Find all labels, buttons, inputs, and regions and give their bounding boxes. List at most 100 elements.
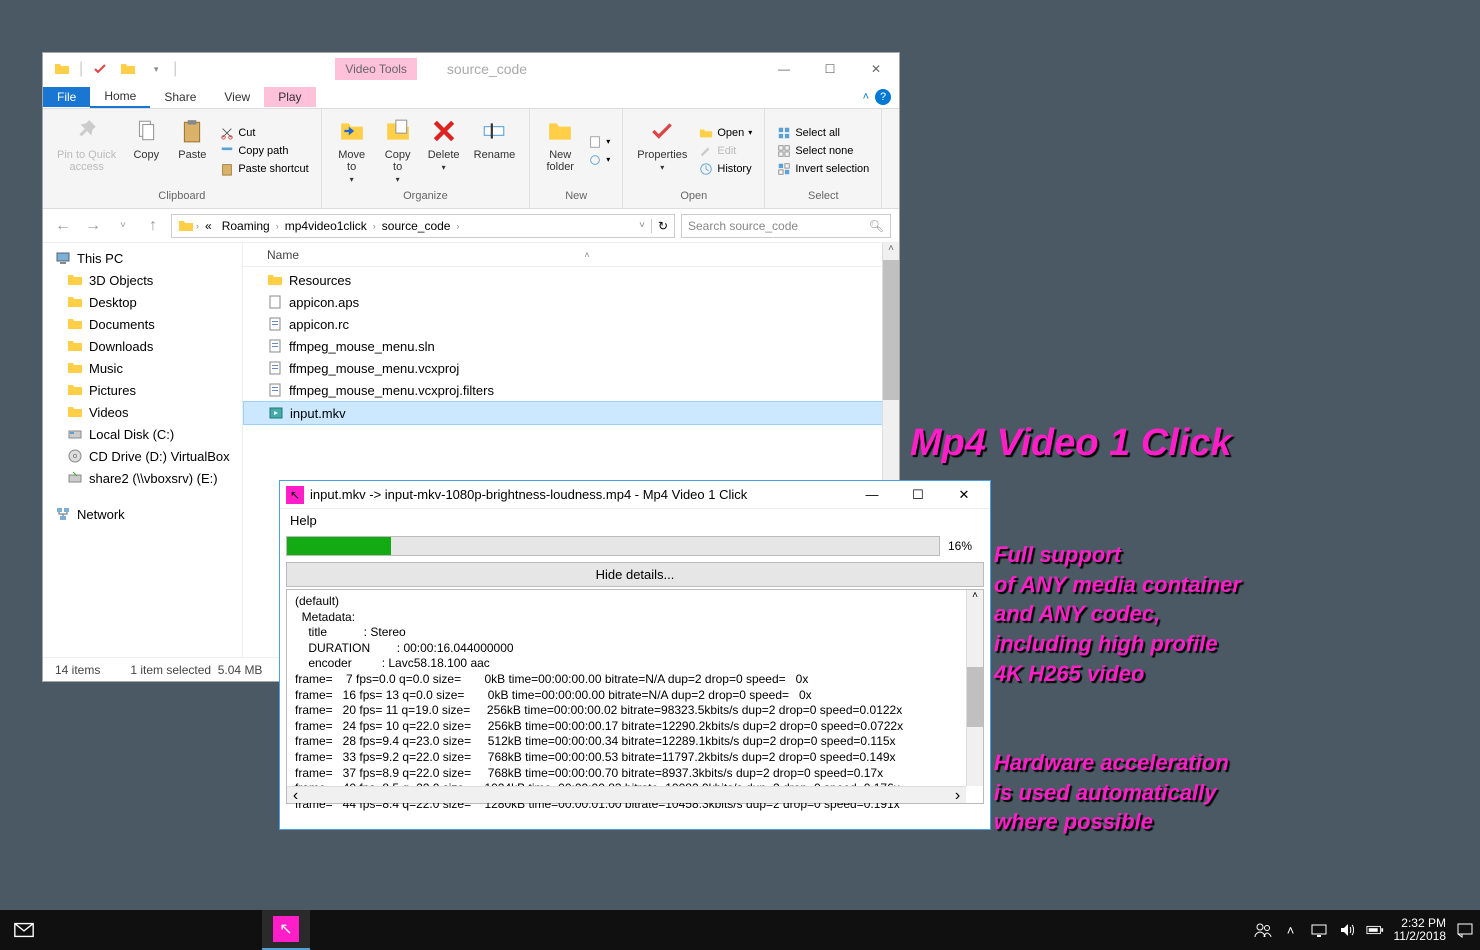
status-selected: 1 item selected 5.04 MB [130,663,262,677]
properties-qat-icon[interactable] [89,58,111,80]
rename-button[interactable]: Rename [468,113,522,188]
mp4-taskbar-button[interactable]: ↖ [262,910,310,950]
open-button[interactable]: Open▾ [695,125,756,141]
invert-selection-button[interactable]: Invert selection [773,161,873,177]
file-item[interactable]: appicon.rc [243,313,899,335]
properties-button[interactable]: Properties▾ [631,113,693,188]
copy-button[interactable]: Copy [124,113,168,188]
copy-to-button[interactable]: Copy to▾ [376,113,420,188]
bc-segment[interactable]: mp4video1click [281,219,371,233]
context-tab-label: Video Tools [335,58,417,80]
edit-button[interactable]: Edit [695,143,756,159]
close-button[interactable]: ✕ [853,53,899,85]
nav-item[interactable]: 3D Objects [43,269,242,291]
copy-icon [130,115,162,147]
progress-titlebar: ↖ input.mkv -> input-mkv-1080p-brightnes… [280,481,990,509]
folder-icon [51,58,73,80]
taskbar-clock[interactable]: 2:32 PM 11/2/2018 [1394,917,1447,943]
tray-chevron-icon[interactable]: ˄ [1282,921,1300,939]
nav-item[interactable]: Local Disk (C:) [43,423,242,445]
bc-segment[interactable]: Roaming [218,219,274,233]
history-button[interactable]: History [695,161,756,177]
delete-button[interactable]: Delete▾ [422,113,466,188]
file-item[interactable]: input.mkv [243,401,899,425]
log-scrollbar-v[interactable]: ˄ [966,590,983,786]
pin-button[interactable]: Pin to Quick access [51,113,122,188]
ribbon-group-new: New folder ▾ ▾ New [530,109,623,208]
select-none-button[interactable]: Select none [773,143,873,159]
hide-details-button[interactable]: Hide details... [286,562,984,587]
file-item[interactable]: appicon.aps [243,291,899,313]
battery-tray-icon[interactable] [1366,921,1384,939]
column-header-name[interactable]: Name˄ [243,243,899,267]
nav-item[interactable]: Music [43,357,242,379]
tab-file[interactable]: File [43,87,90,107]
file-item[interactable]: ffmpeg_mouse_menu.sln [243,335,899,357]
app-icon: ↖ [286,486,304,504]
close-button[interactable]: ✕ [944,483,984,507]
nav-item[interactable]: share2 (\\vboxsrv) (E:) [43,467,242,489]
tab-play[interactable]: Play [264,87,315,107]
progress-percent: 16% [948,539,984,553]
ribbon-tabs: File Home Share View Play ˄ ? [43,85,899,109]
paste-shortcut-button[interactable]: Paste shortcut [216,161,312,177]
nav-network[interactable]: Network [43,503,242,525]
file-item[interactable]: ffmpeg_mouse_menu.vcxproj.filters [243,379,899,401]
move-to-button[interactable]: Move to▾ [330,113,374,188]
people-icon[interactable] [1254,921,1272,939]
paste-icon [176,115,208,147]
nav-item[interactable]: Desktop [43,291,242,313]
help-menu[interactable]: Help [280,509,990,532]
new-item-button[interactable]: ▾ [584,134,614,150]
notifications-tray-icon[interactable] [1456,921,1474,939]
copy-path-button[interactable]: Copy path [216,143,312,159]
quick-access-toolbar: | ▾ | [43,58,185,80]
forward-button[interactable]: → [81,214,105,238]
nav-item[interactable]: Downloads [43,335,242,357]
ribbon-group-organize: Move to▾ Copy to▾ Delete▾ Rename Organiz… [322,109,531,208]
new-folder-button[interactable]: New folder [538,113,582,188]
log-scrollbar-h[interactable]: ‹› [287,786,966,803]
properties-icon [646,115,678,147]
back-button[interactable]: ← [51,214,75,238]
maximize-button[interactable]: ☐ [807,53,853,85]
bc-segment[interactable]: source_code [378,219,455,233]
nav-item[interactable]: Videos [43,401,242,423]
progress-title: input.mkv -> input-mkv-1080p-brightness-… [310,487,846,502]
search-input[interactable]: Search source_code 🔍︎ [681,214,891,238]
move-to-icon [336,115,368,147]
tab-home[interactable]: Home [90,86,150,108]
refresh-button[interactable]: ↻ [651,219,668,233]
minimize-button[interactable]: — [761,53,807,85]
nav-item[interactable]: Pictures [43,379,242,401]
bc-segment[interactable]: « [201,219,216,233]
recent-locations-button[interactable]: ˅ [111,214,135,238]
mail-taskbar-button[interactable] [0,910,48,950]
status-item-count: 14 items [55,663,100,677]
tab-share[interactable]: Share [150,87,210,107]
up-button[interactable]: ↑ [141,214,165,238]
ribbon: Pin to Quick access Copy Paste Cut Copy … [43,109,899,209]
cut-button[interactable]: Cut [216,125,312,141]
nav-this-pc[interactable]: This PC [43,247,242,269]
file-item[interactable]: Resources [243,269,899,291]
network-tray-icon[interactable] [1310,921,1328,939]
breadcrumb[interactable]: › « Roaming› mp4video1click› source_code… [171,214,675,238]
qat-dropdown-icon[interactable]: ▾ [145,58,167,80]
bc-dropdown-icon[interactable]: ˅ [639,220,645,231]
file-item[interactable]: ffmpeg_mouse_menu.vcxproj [243,357,899,379]
paste-button[interactable]: Paste [170,113,214,188]
select-all-button[interactable]: Select all [773,125,873,141]
tab-view[interactable]: View [210,87,264,107]
ribbon-collapse-icon[interactable]: ˄ [863,91,869,103]
folder-qat-icon[interactable] [117,58,139,80]
minimize-button[interactable]: — [852,483,892,507]
progress-bar [286,536,940,556]
volume-tray-icon[interactable] [1338,921,1356,939]
nav-item[interactable]: CD Drive (D:) VirtualBox [43,445,242,467]
nav-item[interactable]: Documents [43,313,242,335]
easy-access-button[interactable]: ▾ [584,152,614,168]
qat-sep: | [79,60,83,78]
maximize-button[interactable]: ☐ [898,483,938,507]
help-icon[interactable]: ? [875,89,891,105]
